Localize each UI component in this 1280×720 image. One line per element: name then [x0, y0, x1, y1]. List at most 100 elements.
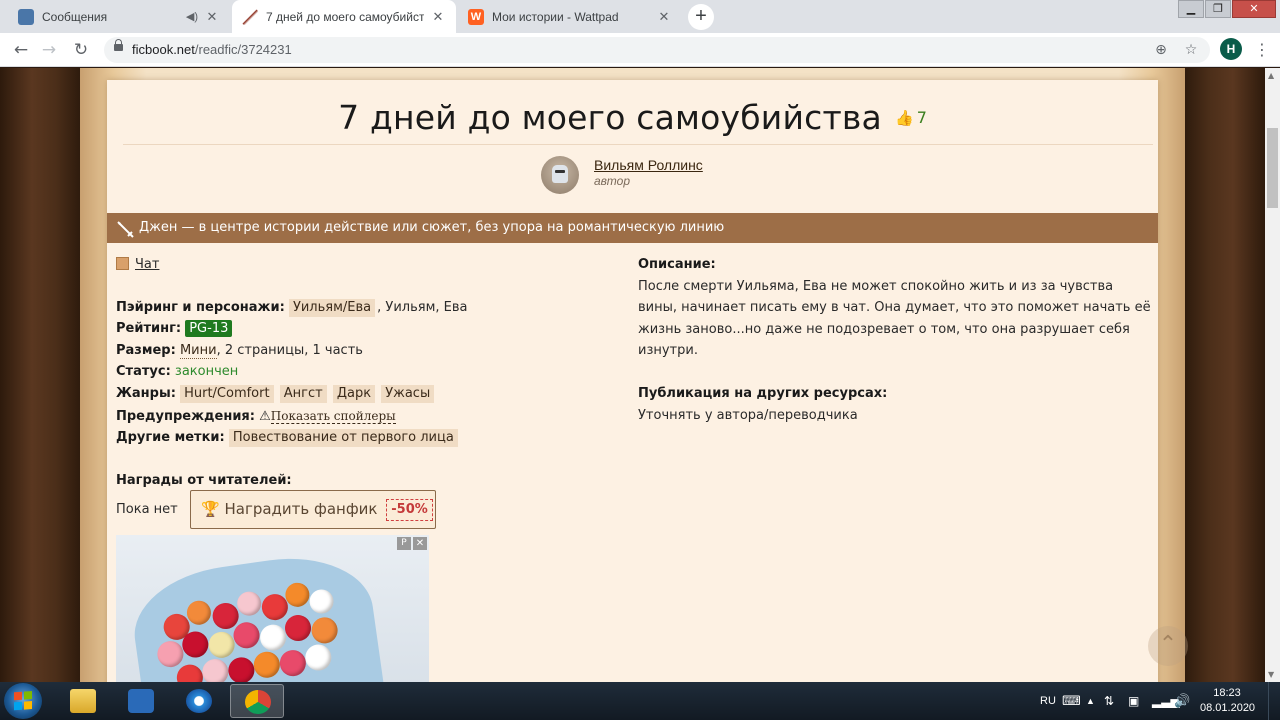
size-details: , 2 страницы, 1 часть [216, 343, 363, 358]
size-row: Размер: Мини, 2 страницы, 1 часть [116, 341, 363, 361]
speaker-icon[interactable]: ◀) [186, 10, 198, 23]
add-page-icon[interactable]: ⊕ [1152, 41, 1170, 59]
show-desktop-button[interactable] [1268, 682, 1280, 720]
rating-label: Рейтинг: [116, 321, 182, 336]
fic-title: 7 дней до моего самоубийства [338, 98, 882, 137]
pairing-characters: , Уильям, Ева [377, 300, 468, 315]
advertisement-banner[interactable]: P ✕ [116, 535, 429, 682]
profile-avatar[interactable]: H [1220, 38, 1242, 60]
publication-label-row: Публикация на других ресурсах: [638, 384, 887, 404]
show-spoilers-link[interactable]: Показать спойлеры [270, 409, 396, 424]
likes-counter[interactable]: 👍 7 [895, 108, 927, 127]
description-line: вины, начинает писать ему в чат. Она дум… [638, 300, 1151, 315]
taskbar-ie[interactable] [172, 684, 226, 718]
title-row: 7 дней до моего самоубийства 👍 7 [107, 98, 1158, 137]
description-line: изнутри. [638, 343, 698, 358]
publication-label: Публикация на других ресурсах: [638, 386, 888, 401]
pairing-label: Пэйринг и персонажи: [116, 300, 285, 315]
keyboard-icon[interactable]: ⌨ [1062, 682, 1081, 720]
awards-label: Награды от читателей: [116, 473, 292, 488]
description-label: Описание: [638, 257, 716, 272]
volume-icon[interactable]: 🔊 [1174, 682, 1190, 720]
url-text[interactable]: ficbook.net/readfic/3724231 [132, 42, 292, 57]
scroll-down-arrow-icon[interactable]: ▼ [1268, 670, 1274, 679]
pairing-chip[interactable]: Уильям/Ева [288, 299, 376, 317]
genre-chip[interactable]: Ангст [279, 385, 327, 403]
author-role: автор [594, 174, 631, 188]
wood-background-left [0, 68, 80, 682]
start-button[interactable] [4, 683, 42, 719]
award-fic-button[interactable]: 🏆 Наградить фанфик -50% [190, 490, 436, 529]
taskbar-chrome[interactable] [230, 684, 284, 718]
likes-count: 7 [916, 108, 927, 127]
system-clock[interactable]: 18:23 08.01.2020 [1200, 686, 1256, 716]
vertical-scrollbar[interactable]: ▲ ▼ [1265, 68, 1280, 682]
size-label: Размер: [116, 343, 176, 358]
scroll-up-arrow-icon[interactable]: ▲ [1268, 71, 1274, 80]
window-controls: ▁ ❐ ✕ [1177, 0, 1276, 18]
author-block: Вильям Роллинс автор [541, 156, 801, 196]
award-button-label: Наградить фанфик [224, 500, 378, 518]
divider [123, 144, 1153, 145]
ad-close-icon[interactable]: ✕ [413, 537, 427, 550]
scrollbar-thumb[interactable] [1267, 128, 1278, 208]
discount-badge: -50% [386, 499, 433, 521]
taskbar-explorer[interactable] [56, 684, 110, 718]
tag-chip[interactable]: Повествование от первого лица [228, 429, 458, 447]
size-link[interactable]: Мини [179, 343, 217, 359]
close-tab-icon[interactable]: ✕ [656, 9, 672, 25]
device-icon[interactable]: ▣ [1128, 682, 1139, 720]
author-avatar[interactable] [541, 156, 579, 194]
chrome-icon [245, 690, 271, 714]
chat-link[interactable]: Чат [135, 257, 159, 272]
warnings-row: Предупреждения: ⚠Показать спойлеры [116, 406, 396, 426]
author-name-link[interactable]: Вильям Роллинс [594, 157, 703, 173]
genre-chip[interactable]: Дарк [332, 385, 376, 403]
status-value: закончен [174, 364, 239, 379]
pairing-row: Пэйринг и персонажи: Уильям/Ева, Уильям,… [116, 298, 467, 318]
close-tab-icon[interactable]: ✕ [204, 9, 220, 25]
status-label: Статус: [116, 364, 171, 379]
chat-row: Чат [116, 255, 159, 275]
tab-title: 7 дней до моего самоубийства [266, 9, 424, 24]
media-player-icon [128, 689, 154, 713]
close-window-button[interactable]: ✕ [1232, 0, 1276, 18]
address-bar[interactable]: ficbook.net/readfic/3724231 ⊕ ☆ [104, 37, 1210, 63]
close-tab-icon[interactable]: ✕ [430, 9, 446, 25]
description-label-row: Описание: [638, 255, 716, 275]
clock-time: 18:23 [1213, 687, 1241, 699]
ad-label-icon[interactable]: P [397, 537, 411, 550]
publication-value: Уточнять у автора/переводчика [638, 408, 858, 423]
scroll-to-top-button[interactable]: ⌃ [1148, 626, 1188, 666]
sword-icon [117, 221, 134, 238]
bookmark-star-icon[interactable]: ☆ [1182, 41, 1200, 59]
browser-toolbar: ← → ↻ ficbook.net/readfic/3724231 ⊕ ☆ H … [0, 33, 1280, 67]
tab-strip: Сообщения ◀) ✕ 7 дней до моего самоубийс… [0, 0, 1280, 33]
genre-chip[interactable]: Hurt/Comfort [180, 385, 274, 403]
taskbar-media-player[interactable] [114, 684, 168, 718]
reload-button[interactable]: ↻ [70, 39, 92, 61]
page-viewport: 7 дней до моего самоубийства 👍 7 Вильям Р… [0, 68, 1265, 682]
tab-wattpad[interactable]: W Мои истории - Wattpad ✕ [458, 0, 682, 33]
ficbook-quill-icon [242, 8, 258, 25]
minimize-button[interactable]: ▁ [1178, 0, 1204, 18]
genre-chip[interactable]: Ужасы [381, 385, 435, 403]
language-indicator[interactable]: RU [1040, 682, 1056, 720]
tray-expand-icon[interactable]: ▲ [1086, 682, 1095, 720]
usb-icon[interactable]: ⇅ [1104, 682, 1114, 720]
rating-badge[interactable]: PG-13 [185, 320, 233, 337]
clock-date: 08.01.2020 [1200, 702, 1256, 714]
windows-taskbar: RU ⌨ ▲ ⇅ ▣ ▂▃▅ 🔊 18:23 08.01.2020 [0, 682, 1280, 720]
warnings-label: Предупреждения: [116, 409, 255, 424]
tab-fic[interactable]: 7 дней до моего самоубийства ✕ [232, 0, 456, 33]
tab-messages[interactable]: Сообщения ◀) ✕ [8, 0, 230, 33]
status-row: Статус: закончен [116, 362, 238, 382]
browser-menu-icon[interactable]: ⋮ [1254, 40, 1270, 60]
maximize-button[interactable]: ❐ [1205, 0, 1231, 18]
forward-button[interactable]: → [38, 39, 60, 61]
url-path: /readfic/3724231 [194, 42, 292, 57]
back-button[interactable]: ← [10, 39, 32, 61]
flower-bouquet-image [126, 547, 386, 682]
new-tab-button[interactable]: + [688, 4, 714, 30]
lock-icon [114, 39, 123, 54]
